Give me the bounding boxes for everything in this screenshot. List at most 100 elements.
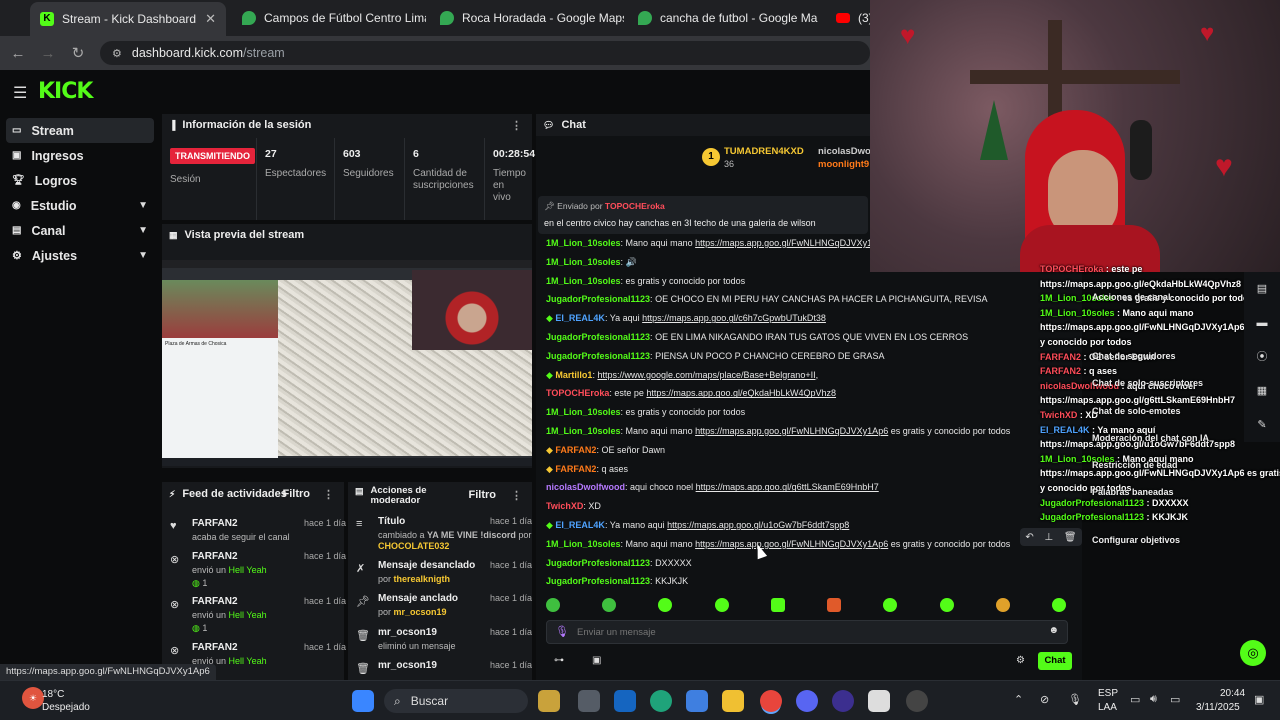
top-gifter-name[interactable]: TUMADREN4KXD	[724, 146, 804, 157]
tab-cancha-futbol[interactable]: cancha de futbol - Google Ma ✕	[628, 4, 824, 32]
task-view-icon[interactable]	[578, 690, 600, 712]
more-options-icon[interactable]: ⋮	[511, 489, 522, 502]
language-layout[interactable]: LAA	[1098, 702, 1117, 713]
chat-input-box[interactable]: 🎙︎ ☻	[546, 620, 1068, 644]
tab-campos-futbol[interactable]: Campos de Fútbol Centro Lima ✕	[232, 4, 426, 32]
chat-input[interactable]	[577, 624, 1037, 640]
chat-message[interactable]: TwichXD: XD	[546, 501, 601, 511]
chat-message[interactable]: 1M_Lion_10soles: es gratis y conocido po…	[546, 407, 745, 417]
chat-message[interactable]: ◆ EI_REAL4K: Ya aqui https://maps.app.go…	[546, 313, 826, 324]
chat-username[interactable]: JugadorProfesional1123	[546, 576, 650, 586]
chat-username[interactable]: TwichXD	[546, 501, 583, 511]
chat-message[interactable]: 1M_Lion_10soles: Mano aqui mano https://…	[546, 426, 1010, 436]
chat-username[interactable]: 1M_Lion_10soles	[546, 276, 621, 286]
chat-username[interactable]: JugadorProfesional1123	[546, 558, 650, 568]
chat-username[interactable]: 1M_Lion_10soles	[546, 257, 621, 267]
chat-message[interactable]: 1M_Lion_10soles: 🔊	[546, 257, 637, 268]
weather-icon[interactable]: ☀	[22, 687, 44, 709]
more-options-icon[interactable]: ⋮	[323, 488, 334, 501]
address-bar[interactable]: ⚙ dashboard.kick.com/stream	[100, 41, 870, 65]
clock-date[interactable]: 3/11/2025	[1196, 702, 1240, 713]
chat-message[interactable]: JugadorProfesional1123: PIENSA UN POCO P…	[546, 351, 884, 361]
sidebar-item-ajustes[interactable]: ⚙ Ajustes ▼	[0, 243, 160, 268]
chat-link[interactable]: https://maps.app.goo.gl/FwNLHNGqDJVXy1Ap…	[695, 539, 888, 549]
chat-username[interactable]: 1M_Lion_10soles	[546, 407, 621, 417]
widget-icon[interactable]	[538, 690, 560, 712]
mod-menu-item[interactable]: Moderación del chat con IA	[1092, 433, 1209, 443]
reply-icon[interactable]: ↶	[1025, 532, 1033, 543]
store-icon[interactable]	[686, 690, 708, 712]
chrome-icon[interactable]	[760, 690, 782, 712]
emote-icon[interactable]	[995, 598, 1010, 612]
chat-link[interactable]: https://www.google.com/maps/place/Base+B…	[597, 370, 818, 380]
top-user-2[interactable]: nicolasDwol	[818, 146, 873, 157]
top-user-3[interactable]: moonlight9	[818, 159, 869, 170]
chat-message[interactable]: JugadorProfesional1123: OE CHOCO EN MI P…	[546, 294, 987, 304]
chat-message[interactable]: ◆ FARFAN2: q ases	[546, 464, 628, 475]
chevron-up-icon[interactable]: ⌃	[1014, 693, 1023, 706]
chat-username[interactable]: JugadorProfesional1123	[546, 332, 650, 342]
tab-kick-dashboard[interactable]: K Stream - Kick Dashboard ✕	[30, 2, 226, 36]
emote-icon[interactable]	[658, 598, 673, 612]
chat-username[interactable]: 1M_Lion_10soles	[546, 238, 621, 248]
forward-icon[interactable]: →	[33, 45, 63, 62]
chat-message[interactable]: 1M_Lion_10soles: Mano aqui mano https://…	[546, 238, 888, 248]
site-info-icon[interactable]: ⚙	[112, 47, 122, 60]
emote-icon[interactable]	[546, 598, 560, 612]
chat-username[interactable]: 1M_Lion_10soles	[546, 426, 621, 436]
display-icon[interactable]: ▭	[1130, 693, 1140, 706]
chat-link[interactable]: https://maps.app.goo.gl/FwNLHNGqDJVXy1Ap…	[695, 238, 888, 248]
emote-icon[interactable]	[1051, 598, 1066, 612]
mod-menu-item[interactable]: Chat de seguidores	[1092, 351, 1176, 361]
rail-icon[interactable]: ▤	[1244, 272, 1280, 306]
chat-username[interactable]: TOPOCHEroka	[546, 388, 609, 398]
close-tab-icon[interactable]: ✕	[205, 11, 216, 27]
emote-icon[interactable]	[770, 598, 785, 612]
chat-username[interactable]: Martillo1	[555, 370, 592, 380]
capcut-icon[interactable]	[868, 690, 890, 712]
sidebar-item-stream[interactable]: ▭ Stream	[6, 118, 154, 143]
chat-message[interactable]: TOPOCHEroka: este pe https://maps.app.go…	[546, 388, 836, 398]
chat-bubble-icon[interactable]: ▬	[1244, 306, 1280, 340]
emote-icon[interactable]	[883, 598, 898, 612]
language-code[interactable]: ESP	[1098, 688, 1118, 699]
hamburger-menu-icon[interactable]: ☰	[13, 83, 27, 103]
outlook-icon[interactable]	[614, 690, 636, 712]
pin-icon[interactable]: ⊥	[1044, 532, 1053, 543]
file-explorer-icon[interactable]	[722, 690, 744, 712]
chat-link[interactable]: https://maps.app.goo.gl/eQkdaHbLkW4QpVhz…	[646, 388, 836, 398]
tab-youtube[interactable]: (3)	[826, 4, 870, 32]
chat-username[interactable]: JugadorProfesional1123	[546, 351, 650, 361]
broadcast-icon[interactable]: ⦿	[1244, 340, 1280, 374]
stream-preview-image[interactable]: Plaza de Armas de Chosica	[162, 260, 532, 466]
emote-icon[interactable]	[939, 598, 954, 612]
sidebar-item-canal[interactable]: ▤ Canal ▼	[0, 218, 160, 243]
volume-icon[interactable]: 🔊︎	[1150, 693, 1157, 706]
discord-icon[interactable]	[796, 690, 818, 712]
chat-message[interactable]: JugadorProfesional1123: KKJKJK	[546, 576, 688, 586]
chat-username[interactable]: 1M_Lion_10soles	[546, 539, 621, 549]
emote-icon[interactable]	[827, 598, 842, 612]
sidebar-item-ingresos[interactable]: ▣ Ingresos	[0, 143, 160, 168]
chat-settings-icon[interactable]: ⊶	[554, 655, 564, 666]
battery-icon[interactable]: ▭	[1170, 693, 1180, 706]
chat-username[interactable]: nicolasDwolfwood	[546, 482, 625, 492]
microphone-icon[interactable]: 🎙︎	[1068, 693, 1082, 706]
chat-message[interactable]: nicolasDwolfwood: aqui choco noel https:…	[546, 482, 879, 492]
chat-username[interactable]: FARFAN2	[555, 464, 596, 474]
emote-icon[interactable]	[714, 598, 729, 612]
mod-menu-item[interactable]: Acciones de canal	[1092, 292, 1171, 302]
chat-message[interactable]: 1M_Lion_10soles: Mano aqui mano https://…	[546, 539, 1010, 549]
chat-link[interactable]: https://maps.app.goo.gl/FwNLHNGqDJVXy1Ap…	[695, 426, 888, 436]
kick-logo[interactable]: KICK	[38, 79, 93, 104]
sidebar-item-logros[interactable]: 🏆︎ Logros	[0, 168, 160, 193]
chat-message[interactable]: ◆ EI_REAL4K: Ya mano aqui https://maps.a…	[546, 520, 849, 531]
clip-icon[interactable]: ▦	[1244, 374, 1280, 408]
obs-icon[interactable]	[832, 690, 854, 712]
chat-message[interactable]: ◆ Martillo1: https://www.google.com/maps…	[546, 370, 818, 381]
chat-link[interactable]: https://maps.app.goo.gl/g6ttLSkamE69HnbH…	[696, 482, 879, 492]
chat-username[interactable]: EI_REAL4K	[555, 313, 605, 323]
back-icon[interactable]: ←	[3, 45, 33, 62]
edge-icon[interactable]	[650, 690, 672, 712]
reload-icon[interactable]: ↻	[63, 44, 93, 62]
